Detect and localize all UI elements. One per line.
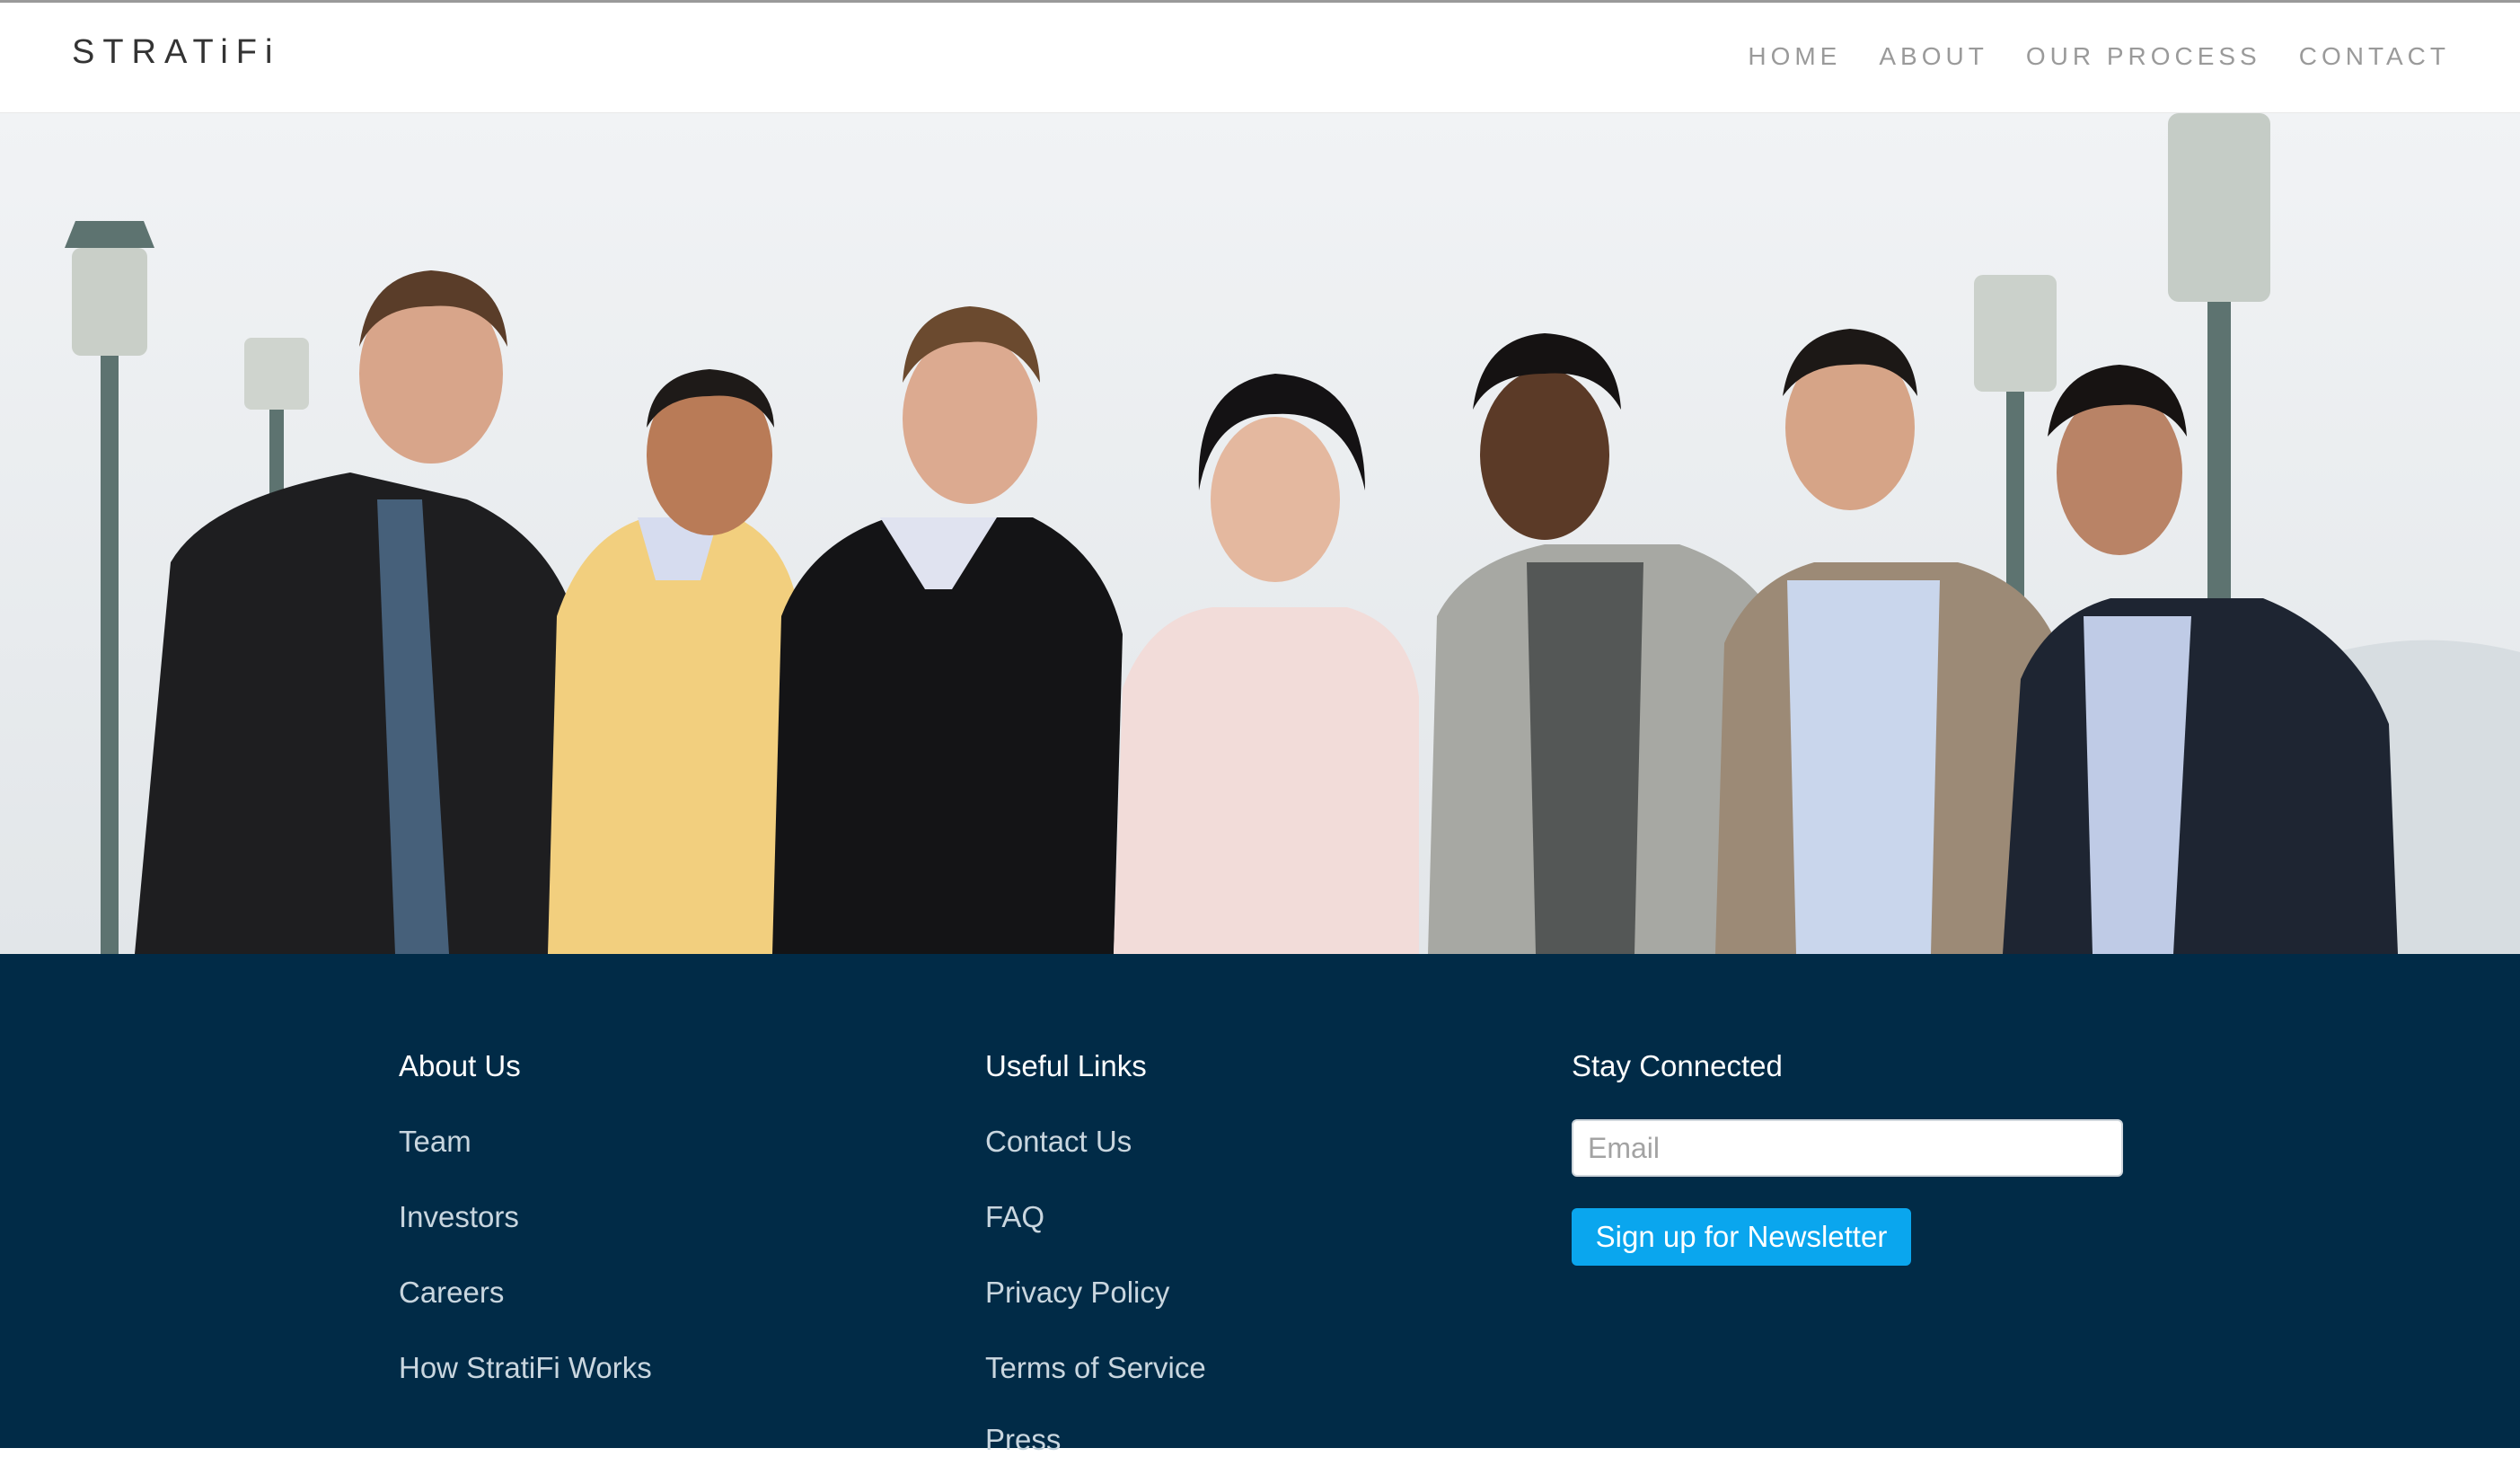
email-field[interactable]: [1572, 1119, 2123, 1177]
nav-about[interactable]: ABOUT: [1879, 42, 1987, 71]
useful-links-heading: Useful Links: [985, 1049, 1147, 1082]
nav-home[interactable]: HOME: [1748, 42, 1841, 71]
site-header: STRATiFi HOME ABOUT OUR PROCESS CONTACT: [0, 3, 2520, 113]
footer-link-how-stratifi-works[interactable]: How StratiFi Works: [399, 1351, 652, 1385]
brand-logo[interactable]: STRATiFi: [72, 33, 280, 72]
footer-link-careers[interactable]: Careers: [399, 1276, 504, 1310]
footer-link-investors[interactable]: Investors: [399, 1200, 519, 1234]
footer-link-faq[interactable]: FAQ: [985, 1200, 1044, 1234]
footer-link-press[interactable]: Press: [985, 1423, 1061, 1457]
newsletter-signup-button[interactable]: Sign up for Newsletter: [1572, 1208, 1911, 1266]
main-nav: HOME ABOUT OUR PROCESS CONTACT: [1748, 42, 2450, 71]
footer-link-team[interactable]: Team: [399, 1125, 471, 1159]
about-us-heading: About Us: [399, 1049, 521, 1082]
team-photo: [0, 113, 2520, 954]
site-footer: [0, 954, 2520, 1448]
nav-contact[interactable]: CONTACT: [2299, 42, 2450, 71]
footer-link-terms-of-service[interactable]: Terms of Service: [985, 1351, 1206, 1385]
nav-our-process[interactable]: OUR PROCESS: [2026, 42, 2261, 71]
stay-connected-heading: Stay Connected: [1572, 1049, 1783, 1082]
footer-link-privacy-policy[interactable]: Privacy Policy: [985, 1276, 1169, 1310]
footer-link-contact-us[interactable]: Contact Us: [985, 1125, 1132, 1159]
